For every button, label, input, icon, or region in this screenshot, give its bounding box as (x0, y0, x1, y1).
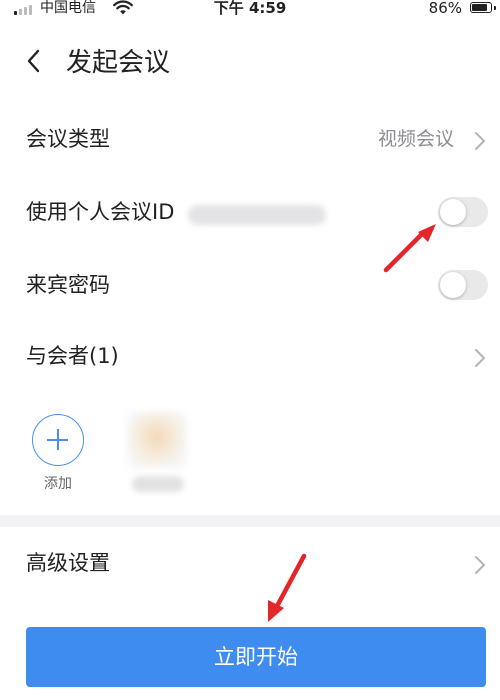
guest-password-row: 来宾密码 (0, 256, 500, 316)
meeting-type-value: 视频会议 (377, 128, 454, 150)
personal-id-toggle[interactable] (438, 197, 488, 227)
meeting-type-row[interactable]: 会议类型 视频会议 (0, 110, 500, 170)
advanced-settings-label: 高级设置 (26, 551, 110, 575)
participants-row[interactable]: 与会者(1) (0, 327, 500, 387)
page-title: 发起会议 (66, 48, 171, 78)
chevron-right-icon (475, 132, 485, 150)
advanced-settings-row[interactable]: 高级设置 (0, 534, 500, 594)
nav-bar: 发起会议 (0, 40, 500, 86)
add-participant-label: 添加 (44, 476, 72, 492)
section-divider (0, 515, 500, 527)
guest-password-label: 来宾密码 (26, 273, 110, 297)
toggle-knob (440, 272, 466, 298)
meeting-type-label: 会议类型 (26, 127, 110, 151)
add-participant-button[interactable] (32, 414, 84, 466)
chevron-right-icon (475, 349, 485, 367)
chevron-right-icon (475, 556, 485, 574)
status-time: 下午 4:59 (213, 0, 287, 17)
participants-area: 添加 (0, 400, 500, 510)
status-bar: 中国电信 下午 4:59 86% (0, 0, 500, 20)
toggle-knob (440, 199, 466, 225)
battery-icon (470, 2, 496, 13)
back-icon[interactable] (22, 46, 46, 76)
personal-id-label: 使用个人会议ID (26, 200, 175, 224)
participant-name-blurred (132, 476, 184, 492)
guest-password-toggle[interactable] (438, 270, 488, 300)
participant-avatar[interactable] (128, 412, 186, 468)
personal-id-row: 使用个人会议ID (0, 183, 500, 243)
battery-percent: 86% (428, 0, 462, 17)
personal-id-value-blurred (188, 205, 326, 225)
start-now-button[interactable]: 立即开始 (26, 627, 486, 687)
participants-label: 与会者(1) (26, 344, 119, 368)
